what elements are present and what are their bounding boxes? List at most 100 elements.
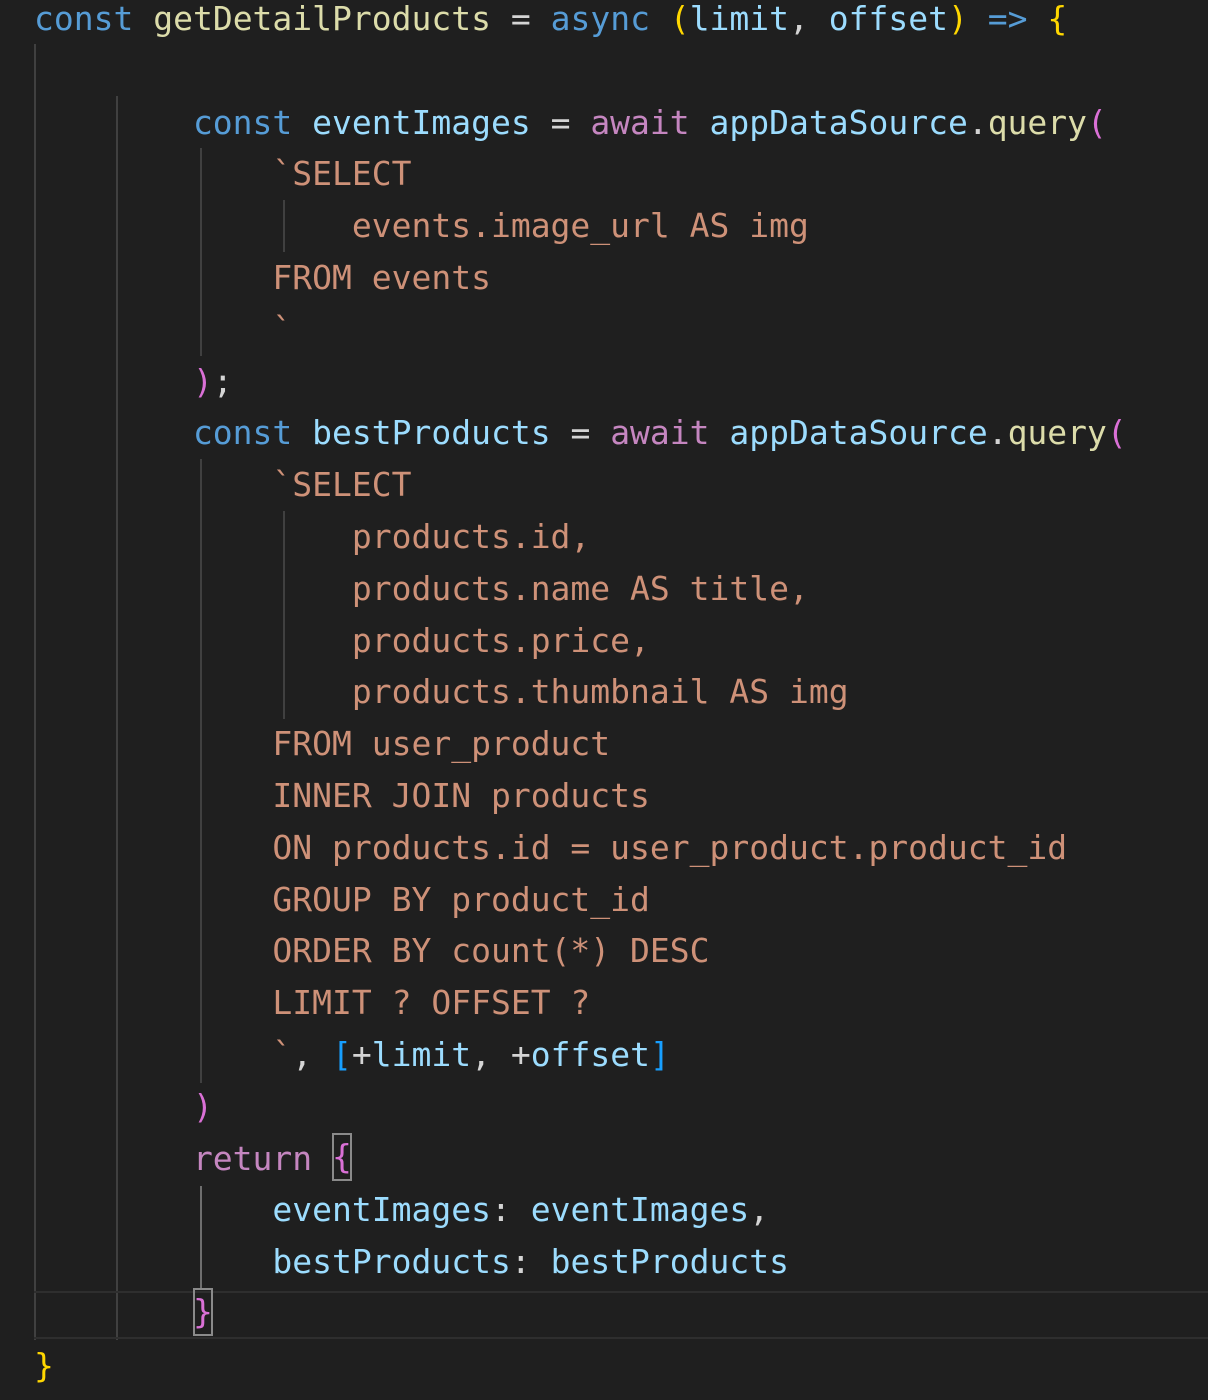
code-line-3[interactable]: const eventImages = await appDataSource.…	[34, 97, 1107, 149]
code-line-24[interactable]: eventImages: eventImages,	[34, 1184, 769, 1236]
code-token: ,	[789, 0, 829, 38]
code-token: bestProducts	[550, 1242, 789, 1282]
code-token: {	[1047, 0, 1068, 38]
code-token: return	[34, 1138, 313, 1178]
code-token: LIMIT ? OFFSET ?	[34, 983, 591, 1023]
code-line-19[interactable]: ORDER BY count(*) DESC	[34, 925, 710, 977]
code-token: getDetailProducts	[153, 0, 491, 38]
code-token: const	[34, 0, 134, 38]
code-line-14[interactable]: products.thumbnail AS img	[34, 666, 849, 718]
code-token: await	[590, 102, 690, 142]
code-token: ]	[649, 1035, 670, 1074]
code-token: )	[948, 0, 968, 38]
code-token: ON products.id = user_product.product_id	[34, 827, 1068, 867]
code-token: `SELECT	[34, 465, 412, 505]
code-token: ,	[749, 1190, 770, 1230]
code-line-5[interactable]: events.image_url AS img	[34, 200, 809, 252]
code-token: products.price,	[34, 620, 650, 660]
code-token: (	[669, 0, 690, 38]
code-line-25[interactable]: bestProducts: bestProducts	[34, 1236, 789, 1288]
code-token: =	[550, 413, 611, 453]
code-token: FROM events	[34, 258, 491, 297]
code-line-7[interactable]: `	[34, 304, 292, 356]
code-token: appDataSource	[709, 102, 968, 142]
matched-bracket: {	[332, 1132, 352, 1181]
code-token: products.id,	[34, 517, 591, 556]
matched-bracket: }	[192, 1288, 213, 1336]
code-token: .	[987, 413, 1008, 453]
code-token: +	[510, 1035, 531, 1074]
code-line-12[interactable]: products.name AS title,	[34, 563, 809, 615]
code-token: +	[351, 1035, 372, 1074]
code-token: FROM user_product	[34, 724, 611, 764]
code-token: `SELECT	[34, 154, 412, 194]
code-token: appDataSource	[729, 413, 988, 453]
code-token: limit	[689, 0, 790, 38]
code-line-16[interactable]: INNER JOIN products	[34, 770, 650, 822]
code-token: :	[510, 1242, 551, 1282]
code-line-26[interactable]: }	[34, 1288, 213, 1340]
code-token: GROUP BY product_id	[34, 879, 650, 919]
code-token: (	[1087, 102, 1107, 142]
code-token: ORDER BY count(*) DESC	[34, 931, 710, 971]
code-line-20[interactable]: LIMIT ? OFFSET ?	[34, 977, 590, 1029]
code-line-22[interactable]: )	[34, 1081, 213, 1133]
code-token: async	[550, 0, 650, 38]
code-token: (	[1106, 413, 1127, 453]
code-token: .	[967, 102, 988, 142]
code-token: ,	[292, 1035, 333, 1074]
code-line-21[interactable]: `, [+limit, +offset]	[34, 1029, 670, 1081]
code-token: await	[610, 413, 710, 453]
code-token: bestProducts	[312, 413, 551, 453]
code-line-13[interactable]: products.price,	[34, 615, 650, 667]
code-token: ,	[471, 1035, 511, 1074]
code-line-15[interactable]: FROM user_product	[34, 718, 610, 770]
code-line-18[interactable]: GROUP BY product_id	[34, 874, 650, 926]
code-line-9[interactable]: const bestProducts = await appDataSource…	[34, 407, 1127, 459]
code-token: eventImages	[34, 1190, 491, 1230]
code-token: const	[34, 102, 293, 142]
code-token: :	[490, 1190, 531, 1230]
code-line-27[interactable]: }	[34, 1340, 54, 1392]
code-token: [	[332, 1035, 352, 1074]
code-token: )	[34, 361, 213, 401]
code-token: }	[34, 1345, 54, 1385]
code-token: `	[34, 309, 293, 349]
code-token: eventImages	[312, 102, 531, 142]
code-editor[interactable]: const getDetailProducts = async (limit, …	[0, 0, 1208, 1400]
code-token: query	[1007, 413, 1107, 453]
code-token: limit	[371, 1035, 472, 1074]
code-token: query	[987, 102, 1088, 142]
code-token: `	[34, 1035, 293, 1074]
code-token: products.name AS title,	[34, 568, 809, 608]
code-line-23[interactable]: return {	[34, 1132, 352, 1185]
code-line-4[interactable]: `SELECT	[34, 148, 412, 200]
code-token: eventImages	[530, 1190, 750, 1230]
code-line-6[interactable]: FROM events	[34, 252, 491, 304]
code-line-8[interactable]: );	[34, 356, 233, 408]
code-line-1[interactable]: const getDetailProducts = async (limit, …	[34, 0, 1067, 45]
code-token: bestProducts	[34, 1242, 511, 1282]
code-token: const	[34, 413, 293, 453]
code-token: =	[530, 102, 591, 142]
code-token: offset	[828, 0, 948, 38]
code-line-10[interactable]: `SELECT	[34, 459, 412, 511]
code-line-11[interactable]: products.id,	[34, 511, 590, 563]
code-token: events.image_url AS img	[34, 206, 809, 246]
code-line-17[interactable]: ON products.id = user_product.product_id	[34, 822, 1067, 874]
code-token: offset	[530, 1035, 650, 1074]
code-token: )	[34, 1086, 213, 1126]
code-token: =>	[987, 0, 1028, 38]
code-token: =	[490, 0, 551, 38]
code-token: products.thumbnail AS img	[34, 672, 849, 712]
code-token: ;	[212, 361, 233, 401]
